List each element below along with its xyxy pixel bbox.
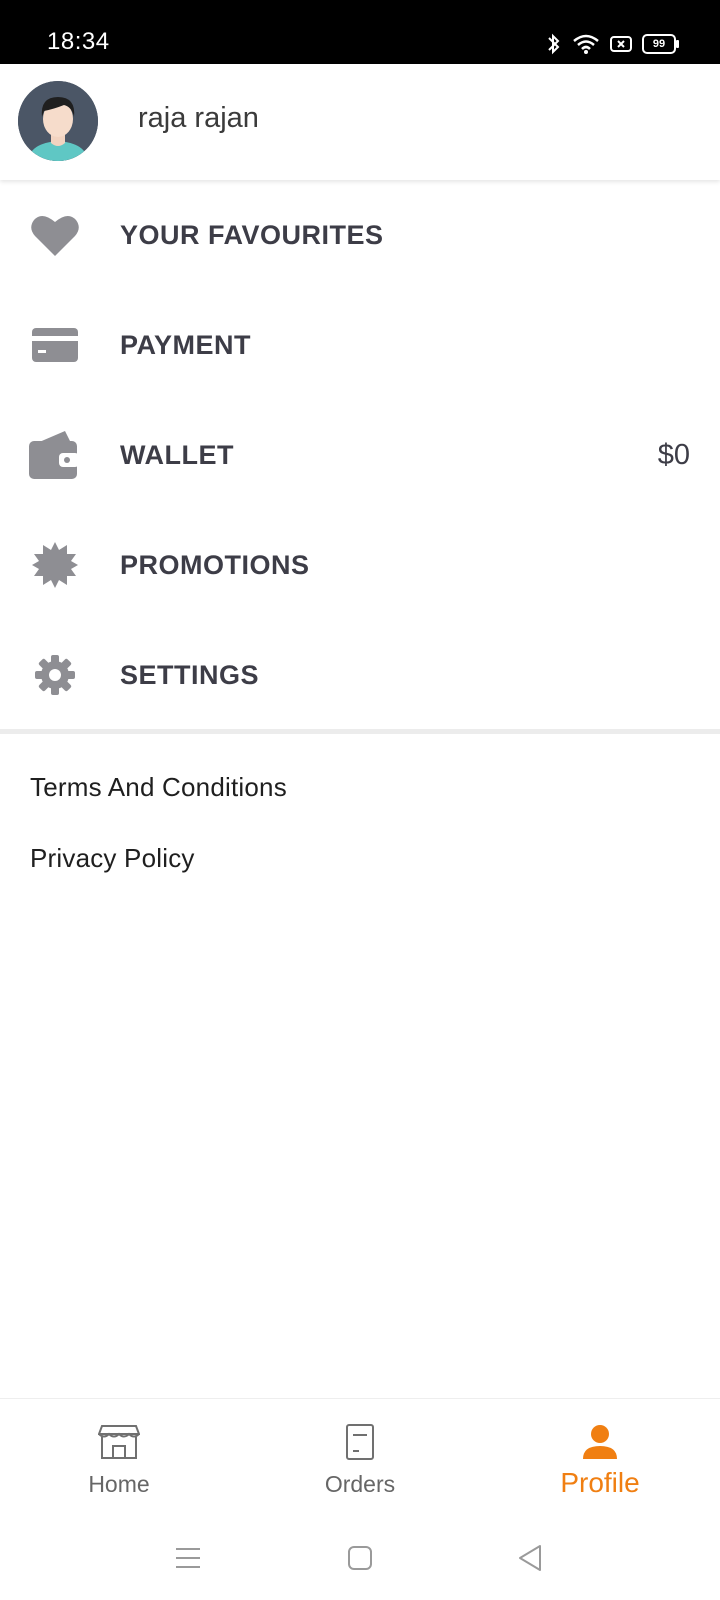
menu-item-favourites[interactable]: YOUR FAVOURITES	[0, 180, 720, 290]
privacy-link[interactable]: Privacy Policy	[30, 843, 195, 874]
wifi-icon	[572, 33, 600, 55]
bluetooth-icon	[546, 32, 562, 56]
nav-label: Orders	[324, 1471, 396, 1497]
menu-item-wallet[interactable]: WALLET $0	[0, 400, 720, 510]
heart-icon	[29, 209, 81, 261]
wallet-balance: $0	[657, 438, 690, 471]
menu-label: PAYMENT	[120, 329, 252, 360]
status-bar: 18:34 99	[0, 0, 720, 64]
bottom-nav: Home Orders Profile	[0, 1398, 720, 1509]
wallet-icon	[29, 429, 81, 481]
nav-profile[interactable]: Profile	[500, 1399, 700, 1509]
status-icons: 99	[546, 30, 679, 58]
user-name: raja rajan	[138, 102, 259, 134]
battery-icon: 99	[642, 34, 679, 54]
nav-label: Profile	[560, 1467, 640, 1498]
terms-link[interactable]: Terms And Conditions	[30, 772, 287, 803]
screen-record-icon	[610, 35, 632, 53]
divider	[0, 729, 720, 734]
gear-icon	[29, 649, 81, 701]
menu-label: PROMOTIONS	[120, 549, 310, 580]
battery-level: 99	[652, 38, 666, 50]
avatar[interactable]	[18, 81, 98, 161]
menu-label: SETTINGS	[120, 659, 260, 690]
menu-label: YOUR FAVOURITES	[120, 219, 384, 250]
back-button[interactable]	[510, 1538, 550, 1578]
nav-orders[interactable]: Orders	[260, 1399, 460, 1509]
profile-header[interactable]: raja rajan	[0, 64, 720, 180]
menu-label: WALLET	[120, 439, 234, 470]
home-button[interactable]	[340, 1538, 380, 1578]
menu-item-settings[interactable]: SETTINGS	[0, 620, 720, 730]
profile-menu: YOUR FAVOURITES PAYMENT WALLET $0 PROMOT…	[0, 180, 720, 730]
status-time: 18:34	[47, 28, 110, 55]
person-icon	[581, 1421, 619, 1463]
system-nav	[0, 1510, 720, 1600]
recents-button[interactable]	[168, 1538, 208, 1578]
store-icon	[98, 1421, 140, 1463]
receipt-icon	[345, 1421, 375, 1463]
nav-label: Home	[88, 1471, 150, 1497]
badge-icon	[29, 539, 81, 591]
menu-item-payment[interactable]: PAYMENT	[0, 290, 720, 400]
menu-item-promotions[interactable]: PROMOTIONS	[0, 510, 720, 620]
nav-home[interactable]: Home	[19, 1399, 219, 1509]
credit-card-icon	[29, 319, 81, 371]
